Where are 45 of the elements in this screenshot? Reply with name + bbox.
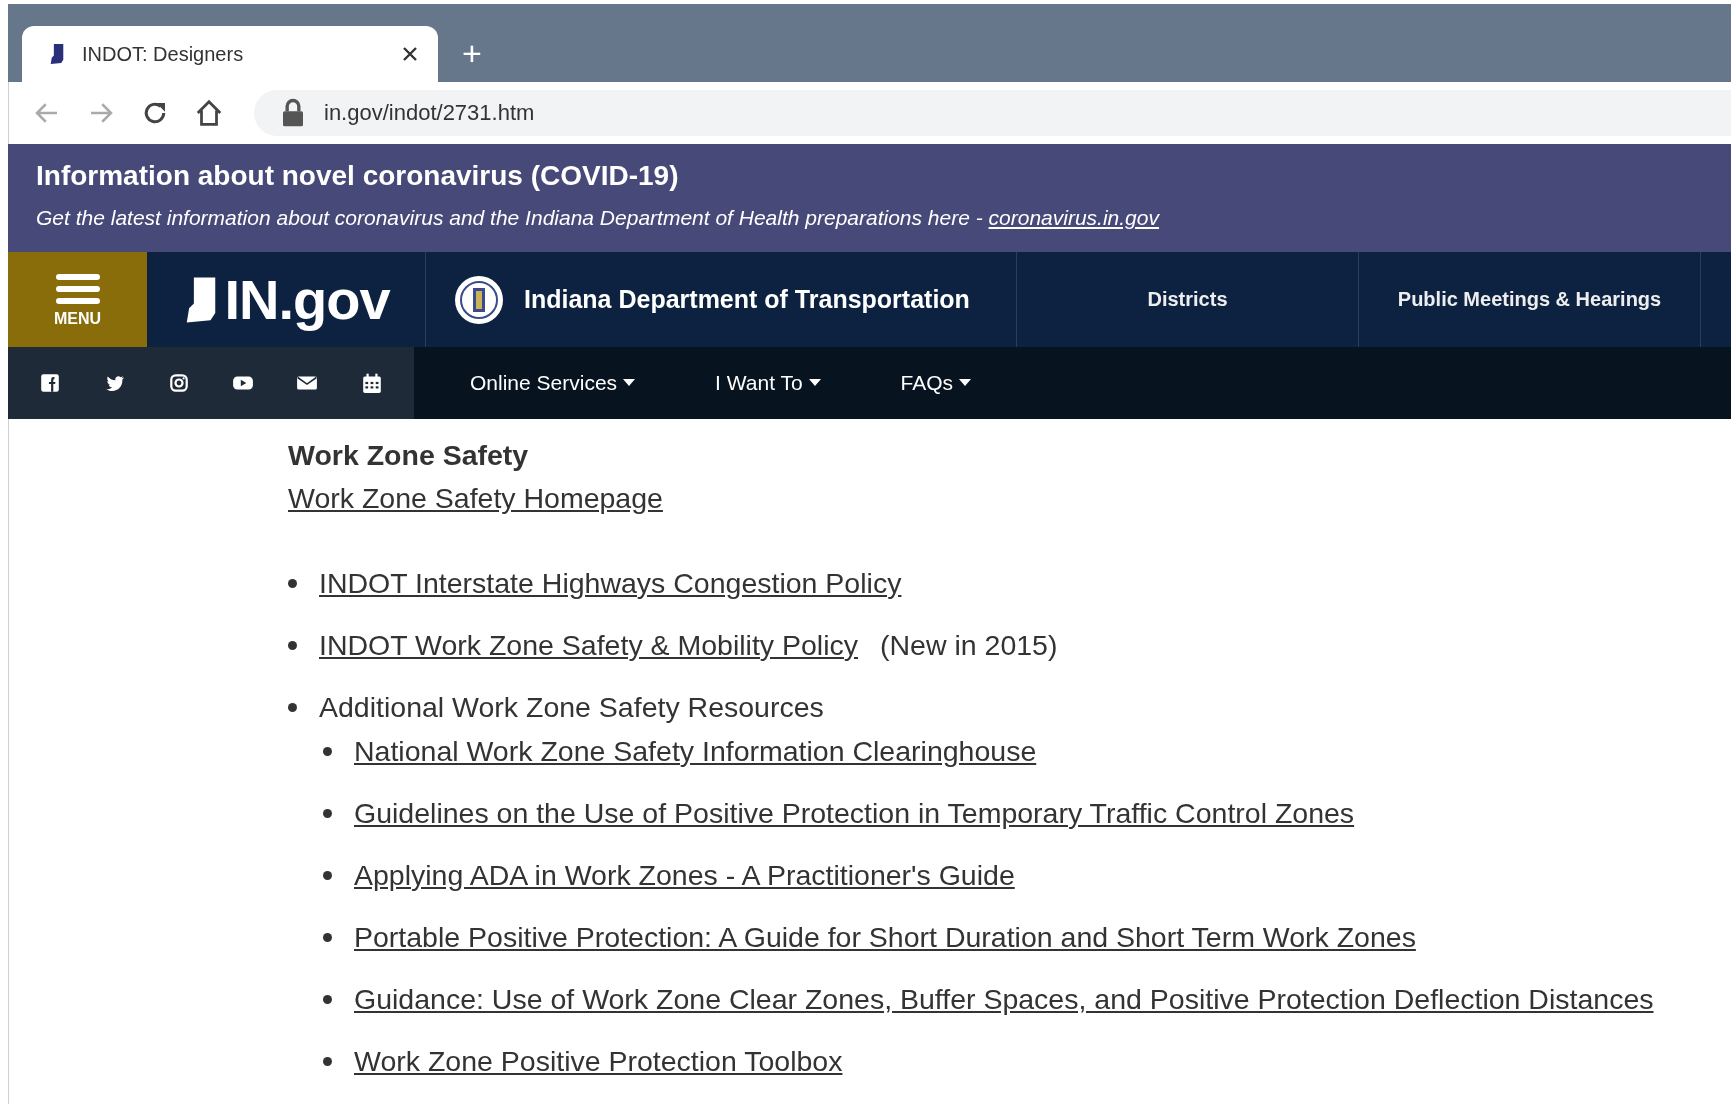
alert-link[interactable]: coronavirus.in.gov xyxy=(988,206,1159,229)
alert-title: Information about novel coronavirus (COVID-19) xyxy=(36,160,680,192)
agency-title[interactable]: Indiana Department of Transportation xyxy=(524,285,970,314)
menu-icon xyxy=(53,271,102,306)
bullet-icon xyxy=(288,578,297,588)
tab-title: INDOT: Designers xyxy=(82,42,245,66)
camera-icon[interactable] xyxy=(167,372,190,394)
resource-link[interactable]: INDOT Work Zone Safety & Mobility Policy xyxy=(319,628,859,662)
bullet-icon xyxy=(323,994,332,1004)
bullet-icon xyxy=(323,746,332,756)
section-heading: Work Zone Safety xyxy=(288,439,530,472)
site-logo[interactable]: IN.gov xyxy=(224,267,390,332)
bullet-icon xyxy=(288,640,297,650)
new-tab-button[interactable]: + xyxy=(462,36,482,70)
caret-icon xyxy=(623,379,636,387)
bullet-icon xyxy=(288,702,297,712)
menu-button[interactable]: MENU xyxy=(8,252,147,347)
bullet-icon xyxy=(323,932,332,942)
address-bar[interactable]: in.gov/indot/2731.htm xyxy=(254,90,1731,136)
caret-icon xyxy=(959,379,972,387)
calendar-icon[interactable] xyxy=(360,372,383,394)
bullet-icon xyxy=(323,1056,332,1066)
dropdown-menu[interactable]: I Want To xyxy=(715,371,821,395)
note-text: (New in 2015) xyxy=(880,628,1058,662)
seal-icon xyxy=(454,274,504,325)
resource-link[interactable]: Portable Positive Protection: A Guide for Short Duration and Short Term Work Zones xyxy=(354,920,1416,954)
favicon-icon xyxy=(48,43,66,65)
resource-link[interactable]: Work Zone Positive Protection Toolbox xyxy=(354,1044,843,1078)
close-icon[interactable] xyxy=(402,46,418,62)
resource-link[interactable]: Guidelines on the Use of Positive Protection in Temporary Traffic Control Zones xyxy=(354,796,1355,830)
alert-text: Get the latest information about coronavirus and the Indiana Department of Health preparations here - coronavirus.in.gov xyxy=(36,206,1161,230)
resource-link[interactable]: Applying ADA in Work Zones - A Practitioner's Guide xyxy=(354,858,1015,892)
home-icon[interactable] xyxy=(194,98,224,128)
resource-link[interactable]: National Work Zone Safety Information Clearinghouse xyxy=(354,734,1037,768)
list-text: Additional Work Zone Safety Resources xyxy=(319,690,824,724)
dropdown-menu[interactable]: Online Services xyxy=(470,371,636,395)
bullet-icon xyxy=(323,808,332,818)
facebook-icon[interactable] xyxy=(39,372,62,394)
homepage-link[interactable]: Work Zone Safety Homepage xyxy=(288,482,663,515)
resource-link[interactable]: INDOT Interstate Highways Congestion Policy xyxy=(319,566,902,600)
resource-link[interactable]: Guidance: Use of Work Zone Clear Zones, Buffer Spaces, and Positive Protection Deflection Distances xyxy=(354,982,1654,1016)
bullet-icon xyxy=(323,870,332,880)
dropdown-menu[interactable]: FAQs xyxy=(900,371,972,395)
caret-icon xyxy=(808,379,821,387)
browser-tab[interactable]: INDOT: Designers xyxy=(22,26,438,82)
